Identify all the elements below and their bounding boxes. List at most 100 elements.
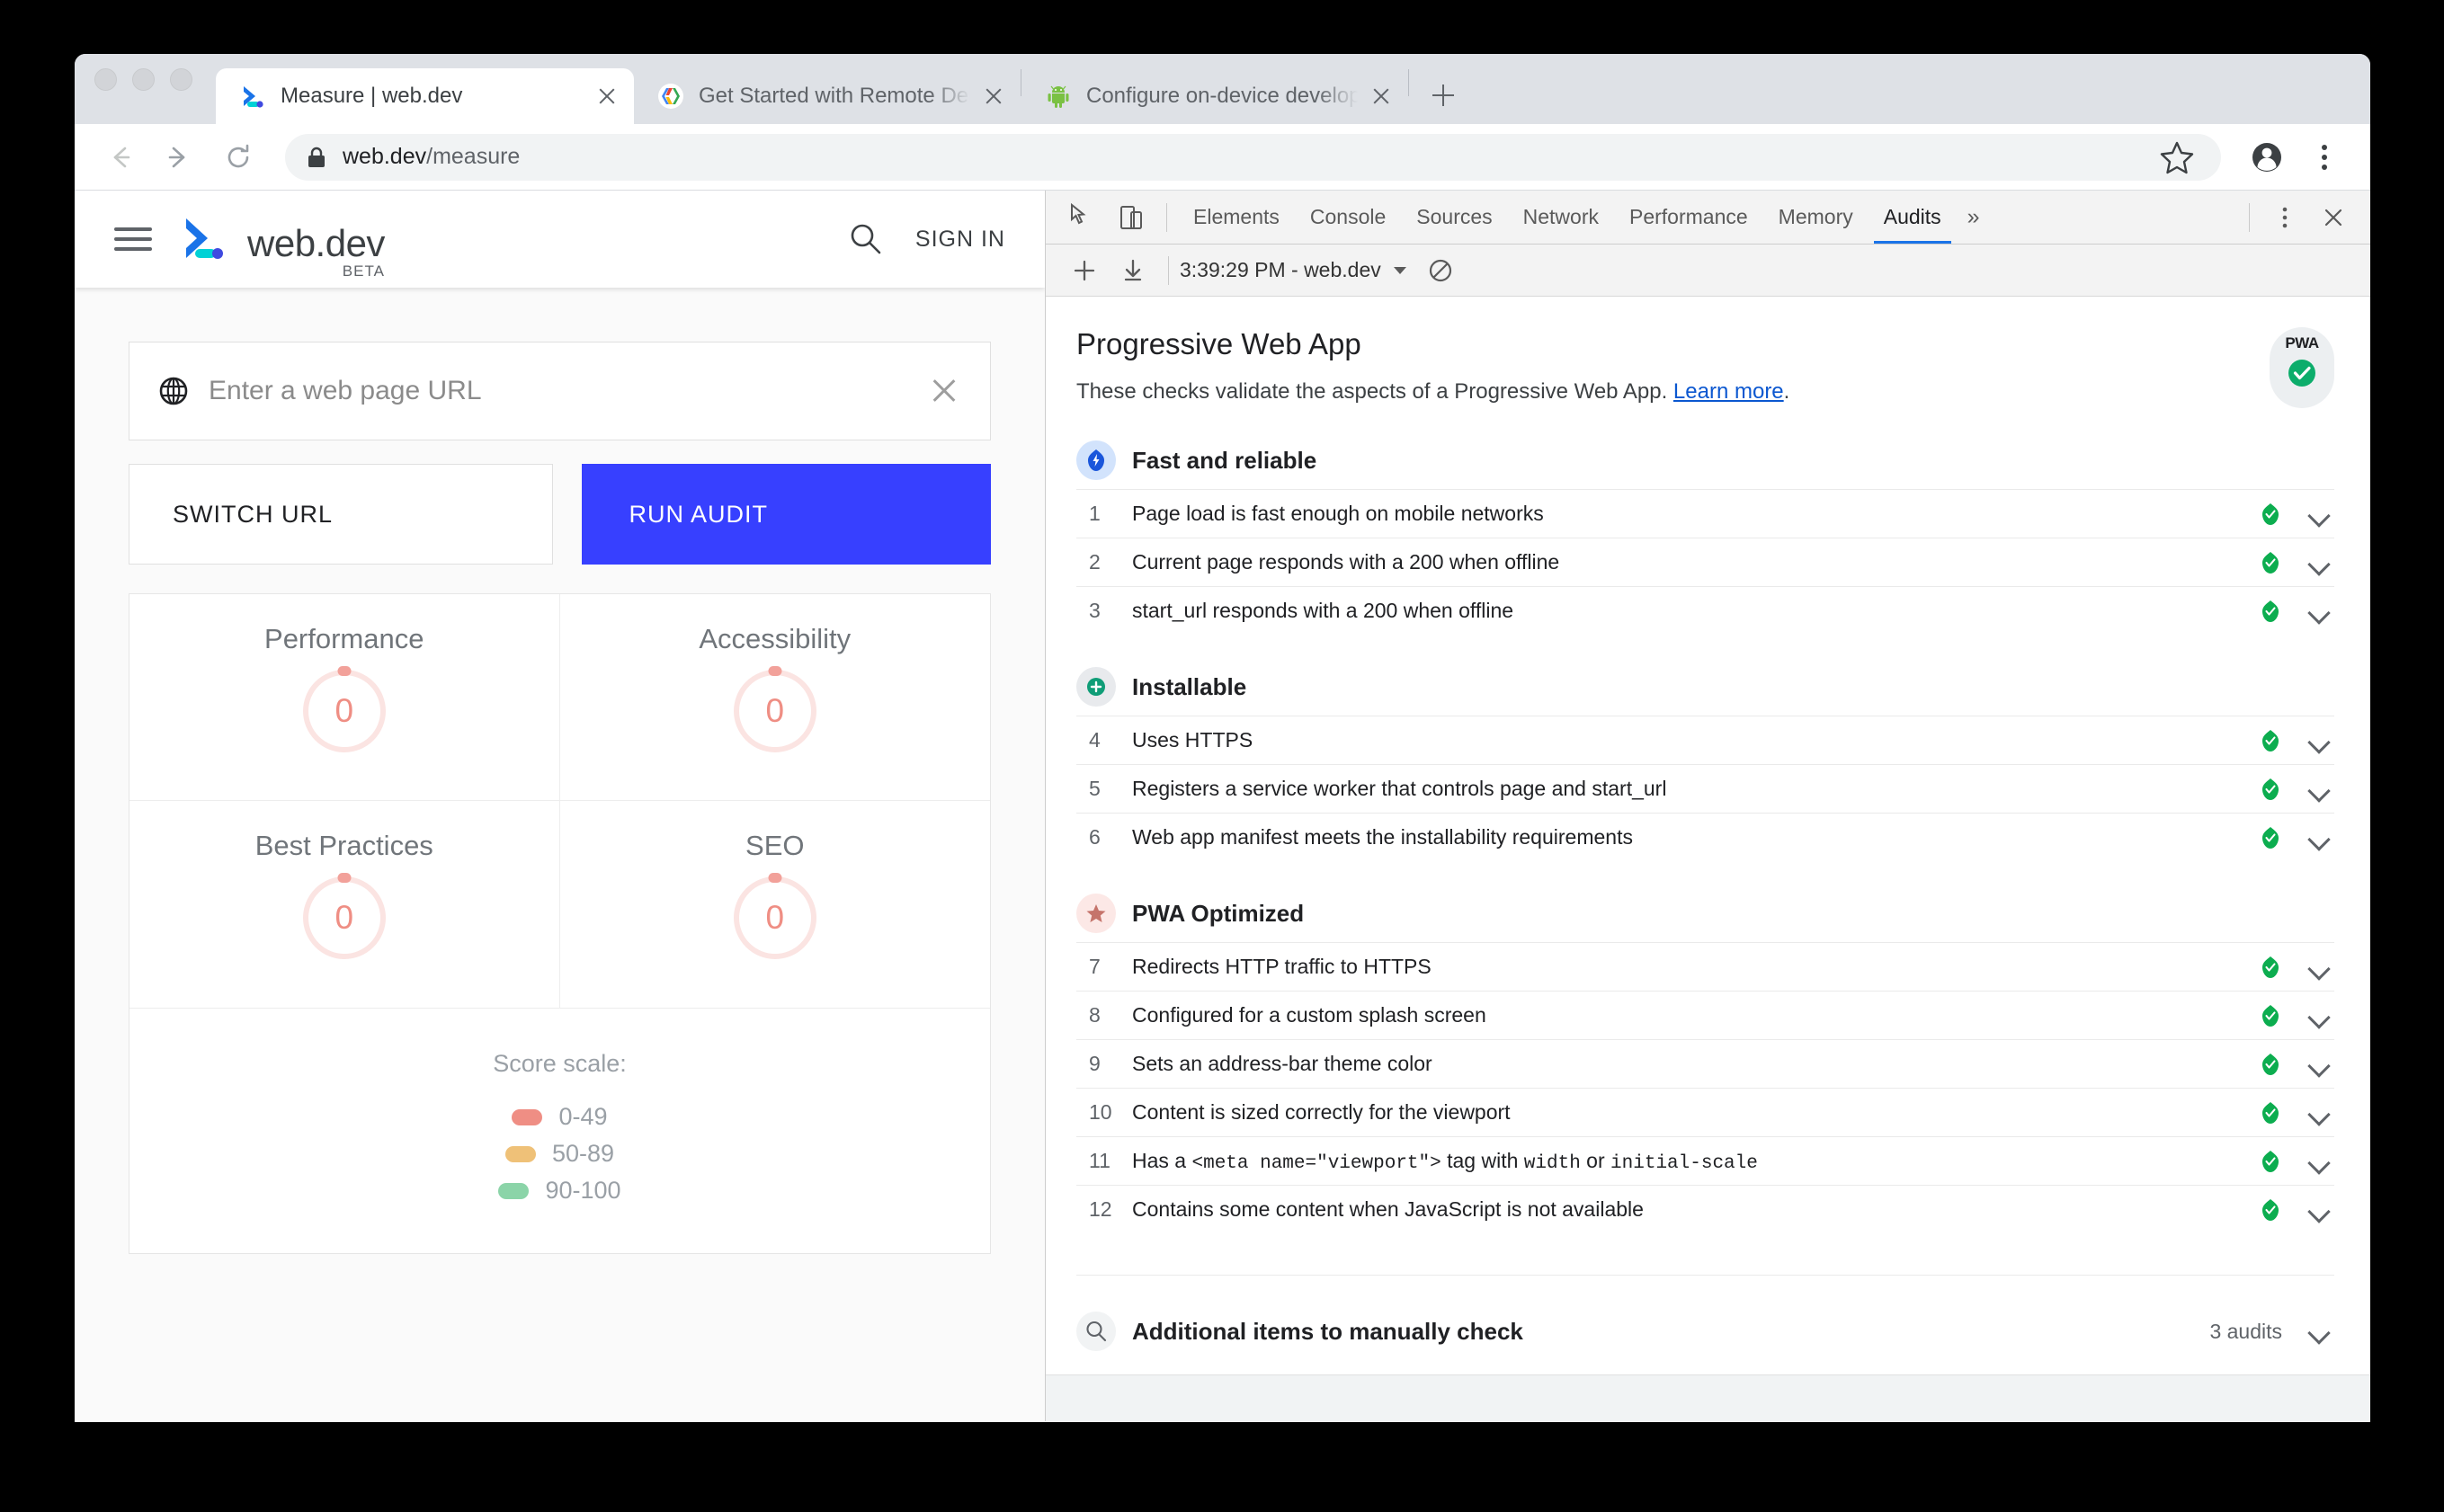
new-audit-icon[interactable] — [1066, 253, 1102, 289]
switch-url-button[interactable]: SWITCH URL — [129, 464, 554, 565]
audit-row[interactable]: 6 Web app manifest meets the installabil… — [1076, 813, 2334, 861]
close-tab-icon[interactable] — [593, 82, 621, 111]
address-bar-url: web.dev/measure — [343, 144, 520, 170]
chevron-down-icon[interactable] — [2304, 1146, 2334, 1177]
download-icon[interactable] — [1115, 253, 1151, 289]
chevron-down-icon[interactable] — [2304, 596, 2334, 627]
manual-audits-count: 3 audits — [2209, 1319, 2282, 1343]
learn-more-link[interactable]: Learn more — [1673, 379, 1784, 404]
pass-check-icon — [2262, 826, 2279, 849]
new-tab-button[interactable] — [1422, 74, 1465, 117]
chevron-down-icon[interactable] — [2304, 547, 2334, 578]
forward-arrow-icon[interactable] — [157, 136, 201, 179]
audit-row[interactable]: 1 Page load is fast enough on mobile net… — [1076, 489, 2334, 538]
close-icon[interactable] — [2315, 200, 2351, 236]
audit-title: Web app manifest meets the installabilit… — [1132, 825, 1633, 849]
score-card-accessibility[interactable]: Accessibility 0 — [559, 594, 990, 801]
clear-icon[interactable] — [1423, 253, 1458, 289]
audit-row[interactable]: 8 Configured for a custom splash screen — [1076, 991, 2334, 1039]
scale-label: 50-89 — [551, 1140, 615, 1167]
audit-index: 9 — [1089, 1052, 1101, 1075]
close-window-button[interactable] — [94, 67, 117, 91]
browser-tab-remote-debugging[interactable]: Get Started with Remote Debug — [634, 68, 1021, 124]
devtools-tab-memory[interactable]: Memory — [1763, 191, 1869, 244]
chevron-down-icon[interactable] — [2304, 1316, 2334, 1347]
profile-avatar-icon[interactable] — [2244, 135, 2289, 180]
maximize-window-button[interactable] — [170, 67, 192, 91]
manual-audits-section[interactable]: Additional items to manually check 3 aud… — [1076, 1275, 2334, 1351]
chevron-down-icon[interactable] — [2304, 725, 2334, 756]
url-host: web.dev — [343, 144, 427, 169]
chevron-down-icon[interactable] — [2304, 774, 2334, 805]
tab-title: Configure on-device developer — [1086, 84, 1358, 108]
audit-title: Uses HTTPS — [1132, 728, 1253, 752]
close-tab-icon[interactable] — [979, 82, 1008, 111]
chevron-down-icon[interactable] — [2304, 499, 2334, 529]
audit-row[interactable]: 2 Current page responds with a 200 when … — [1076, 538, 2334, 586]
score-card-best-practices[interactable]: Best Practices 0 — [129, 801, 560, 1008]
tab-strip: Measure | web.dev Get Started with Remot… — [75, 54, 2370, 124]
hamburger-menu-icon[interactable] — [114, 226, 152, 253]
url-input[interactable]: Enter a web page URL — [209, 376, 927, 406]
clear-url-icon[interactable] — [927, 374, 961, 408]
address-bar[interactable]: web.dev/measure — [285, 133, 2221, 181]
webdev-logo[interactable]: web.dev BETA — [181, 216, 385, 280]
audit-row[interactable]: 12 Contains some content when JavaScript… — [1076, 1185, 2334, 1233]
run-audit-button[interactable]: RUN AUDIT — [582, 464, 991, 565]
reload-icon[interactable] — [217, 136, 260, 179]
browser-tab-on-device-developer[interactable]: Configure on-device developer — [1021, 68, 1408, 124]
audit-row[interactable]: 7 Redirects HTTP traffic to HTTPS — [1076, 942, 2334, 991]
score-gauge: 0 — [733, 873, 816, 959]
audit-row[interactable]: 4 Uses HTTPS — [1076, 716, 2334, 764]
devtools-tab-network[interactable]: Network — [1508, 191, 1614, 244]
report-footer-strip — [1046, 1374, 2370, 1421]
chevron-down-icon[interactable] — [2304, 1098, 2334, 1128]
devtools-tab-elements[interactable]: Elements — [1178, 191, 1295, 244]
devtools-tab-performance[interactable]: Performance — [1614, 191, 1763, 244]
scale-swatch — [504, 1145, 536, 1162]
minimize-window-button[interactable] — [132, 67, 155, 91]
audit-index: 11 — [1089, 1149, 1111, 1172]
audit-status — [2259, 823, 2334, 853]
devtools-tab-audits[interactable]: Audits — [1869, 191, 1957, 244]
chevron-down-icon[interactable] — [2304, 952, 2334, 983]
audit-row[interactable]: 10 Content is sized correctly for the vi… — [1076, 1088, 2334, 1136]
chevron-down-icon[interactable] — [2304, 1049, 2334, 1080]
audit-status — [2259, 1098, 2334, 1128]
device-toolbar-icon[interactable] — [1113, 200, 1149, 236]
audit-report: Progressive Web App These checks validat… — [1046, 297, 2370, 1421]
audit-row[interactable]: 5 Registers a service worker that contro… — [1076, 764, 2334, 813]
report-title: Progressive Web App — [1076, 327, 1361, 360]
chevron-down-icon[interactable] — [2304, 1001, 2334, 1031]
chevron-down-icon[interactable] — [2304, 1195, 2334, 1225]
sign-in-button[interactable]: SIGN IN — [915, 227, 1005, 253]
audit-row[interactable]: 9 Sets an address-bar theme color — [1076, 1039, 2334, 1088]
webdev-page: web.dev BETA SIGN IN Enter a web page UR… — [75, 191, 1045, 1421]
three-dot-vertical-icon[interactable] — [2267, 200, 2303, 236]
chevron-down-icon[interactable] — [2304, 823, 2334, 853]
audit-index: 1 — [1089, 502, 1101, 525]
star-icon[interactable] — [2154, 135, 2199, 180]
devtools-tab-console[interactable]: Console — [1295, 191, 1401, 244]
audit-title: Contains some content when JavaScript is… — [1132, 1197, 1644, 1221]
audit-row[interactable]: 11 Has a <meta name="viewport"> tag with… — [1076, 1136, 2334, 1185]
webdev-brand-name: web.dev — [247, 222, 385, 264]
score-card-seo[interactable]: SEO 0 — [560, 801, 991, 1008]
audit-index: 2 — [1089, 550, 1101, 574]
back-arrow-icon[interactable] — [98, 136, 141, 179]
close-tab-icon[interactable] — [1367, 82, 1396, 111]
score-value: 0 — [765, 899, 785, 936]
score-scale-legend: Score scale: 0-49 50-89 90-100 — [129, 1008, 990, 1253]
audit-row[interactable]: 3 start_url responds with a 200 when off… — [1076, 586, 2334, 635]
score-card-performance[interactable]: Performance 0 — [129, 594, 560, 801]
devtools-tab-sources[interactable]: Sources — [1401, 191, 1507, 244]
inspect-element-icon[interactable] — [1065, 200, 1101, 236]
browser-tab-measure[interactable]: Measure | web.dev — [216, 68, 634, 124]
search-icon[interactable] — [845, 219, 885, 259]
pwa-badge-label: PWA — [2285, 334, 2319, 351]
three-dot-menu-icon[interactable] — [2302, 135, 2347, 180]
audit-run-select[interactable]: 3:39:29 PM - web.dev — [1180, 258, 1406, 282]
more-tabs-icon[interactable]: » — [1957, 204, 1991, 230]
star-icon — [1076, 894, 1116, 933]
content-area: web.dev BETA SIGN IN Enter a web page UR… — [75, 191, 2370, 1421]
